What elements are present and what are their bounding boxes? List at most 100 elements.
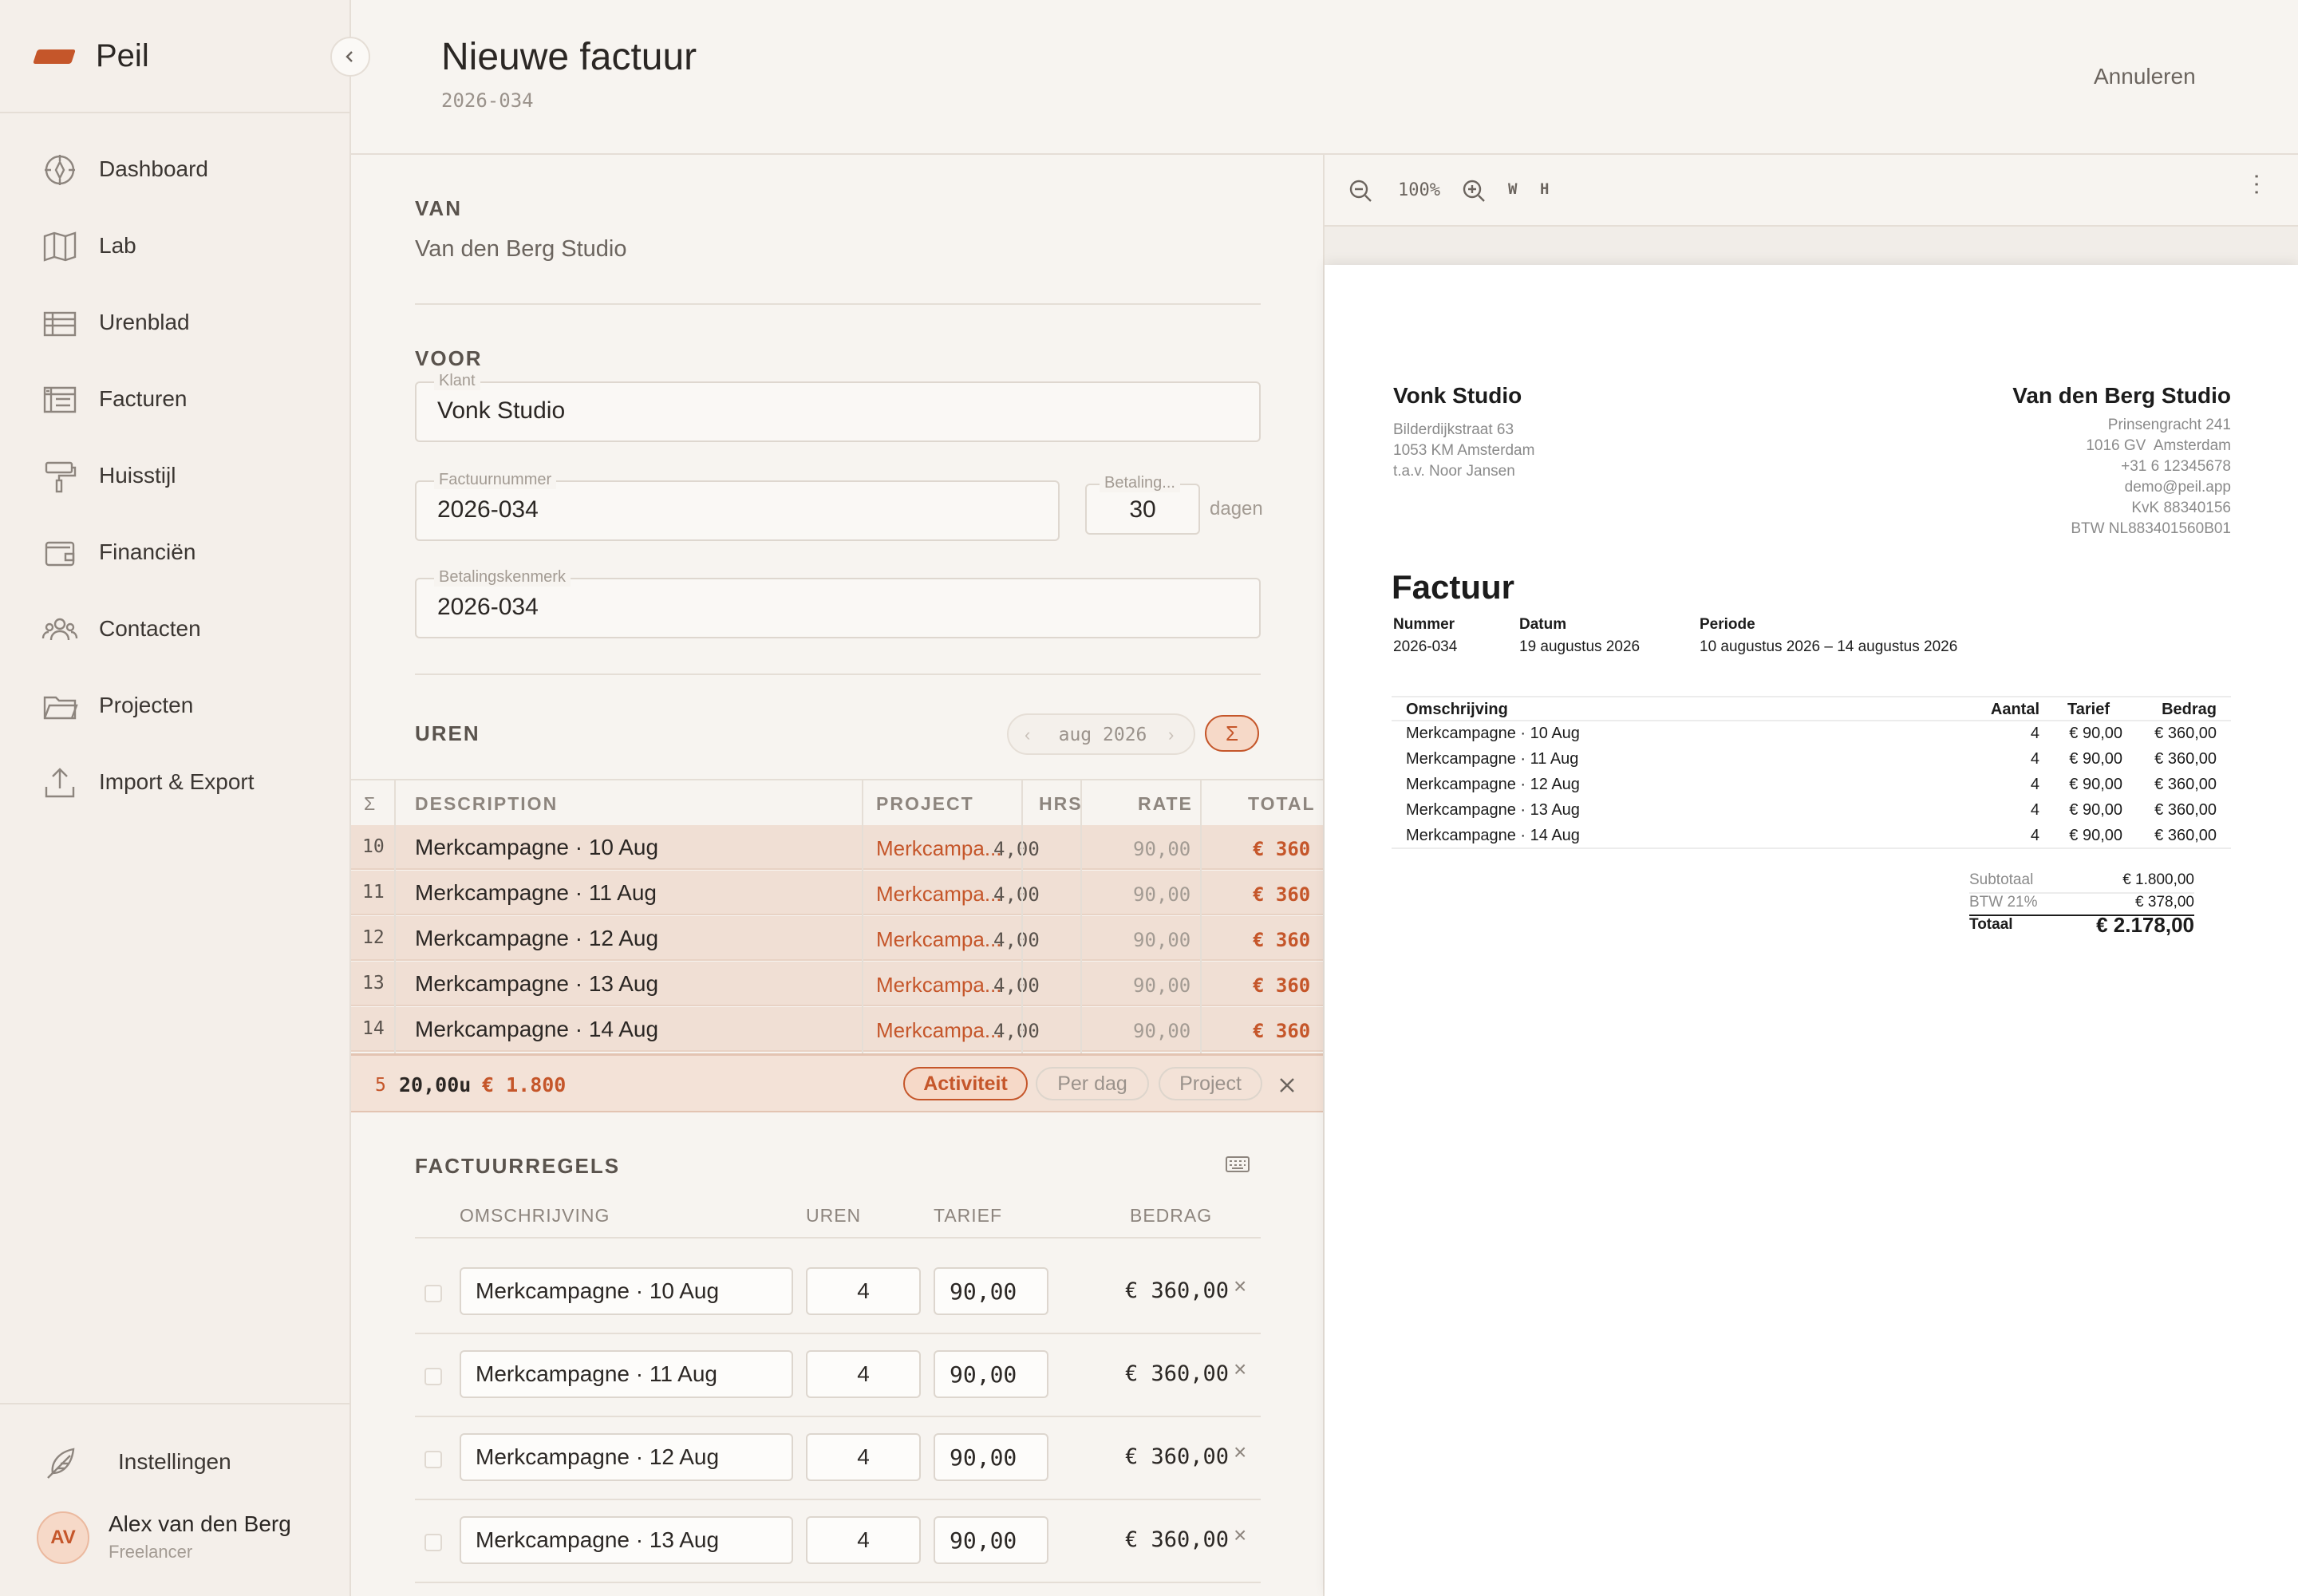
sidebar-item-lab[interactable]: Lab: [0, 214, 351, 278]
van-label: VAN: [415, 196, 462, 220]
line-checkbox[interactable]: [424, 1368, 442, 1385]
sidebar-item-instellingen[interactable]: Instellingen: [0, 1430, 351, 1494]
sender-line: BTW NL883401560B01: [2071, 520, 2231, 537]
line-omschrijving-input[interactable]: Merkcampagne · 11 Aug: [460, 1350, 793, 1398]
table-row[interactable]: 11 Merkcampagne · 11 Aug Merkcampa... 4,…: [351, 871, 1323, 915]
line-checkbox[interactable]: [424, 1534, 442, 1551]
chevron-right-icon[interactable]: ›: [1168, 725, 1174, 745]
sidebar-item-dashboard[interactable]: Dashboard: [0, 137, 351, 201]
invoice-line-row: Merkcampagne · 10 Aug 4 90,00 € 360,00 ×: [415, 1251, 1261, 1334]
row-day: 10: [362, 836, 385, 857]
remove-line-icon[interactable]: ×: [1234, 1357, 1246, 1382]
fit-width-button[interactable]: W: [1508, 180, 1517, 198]
factuurnummer-field-value: 2026-034: [437, 496, 539, 523]
column-description[interactable]: DESCRIPTION: [415, 793, 558, 815]
preview-line: Merkcampagne · 10 Aug 4 € 90,00 € 360,00: [1392, 721, 2231, 747]
line-tarief-input[interactable]: 90,00: [934, 1433, 1048, 1481]
remove-line-icon[interactable]: ×: [1234, 1274, 1246, 1299]
factuurregels-label: FACTUURREGELS: [415, 1154, 621, 1178]
line-checkbox[interactable]: [424, 1285, 442, 1302]
column-total[interactable]: TOTAL: [1248, 793, 1316, 815]
betalingskenmerk-field[interactable]: Betalingskenmerk 2026-034: [415, 568, 1261, 638]
group-activiteit-pill[interactable]: Activiteit: [903, 1067, 1028, 1100]
sidebar-item-financien[interactable]: Financiën: [0, 520, 351, 584]
group-project-pill[interactable]: Project: [1159, 1067, 1262, 1100]
line-tarief: € 90,00: [2069, 750, 2122, 768]
column-rate[interactable]: RATE: [1138, 793, 1193, 815]
sidebar-item-label: Urenblad: [99, 310, 190, 334]
line-bedrag: € 360,00: [2154, 725, 2217, 742]
invoice-line-row: Merkcampagne · 12 Aug 4 90,00 € 360,00 ×: [415, 1417, 1261, 1500]
peil-logo-icon: [33, 49, 76, 64]
more-options-icon[interactable]: ···: [2245, 172, 2271, 196]
row-hrs: 4,00: [993, 974, 1040, 997]
sum-toggle-button[interactable]: Σ: [1205, 715, 1259, 752]
row-rate: 90,00: [1133, 1020, 1191, 1042]
close-icon[interactable]: [1278, 1077, 1296, 1094]
zoom-out-icon[interactable]: [1348, 179, 1372, 203]
sidebar-item-label: Dashboard: [99, 156, 208, 181]
table-row[interactable]: 13 Merkcampagne · 13 Aug Merkcampa... 4,…: [351, 962, 1323, 1006]
line-omschrijving: Merkcampagne · 14 Aug: [1406, 827, 1580, 844]
line-omschrijving-input[interactable]: Merkcampagne · 12 Aug: [460, 1433, 793, 1481]
table-row[interactable]: 14 Merkcampagne · 14 Aug Merkcampa... 4,…: [351, 1007, 1323, 1052]
fit-height-button[interactable]: H: [1540, 180, 1549, 198]
user-role: Freelancer: [109, 1542, 193, 1562]
sidebar-item-urenblad[interactable]: Urenblad: [0, 290, 351, 354]
line-uren-input[interactable]: 4: [806, 1433, 921, 1481]
factuurregels-header: OMSCHRIJVING UREN TARIEF BEDRAG: [415, 1194, 1261, 1238]
group-per-dag-pill[interactable]: Per dag: [1036, 1067, 1149, 1100]
sender-line: Prinsengracht 241: [2107, 417, 2231, 433]
line-omschrijving-input[interactable]: Merkcampagne · 10 Aug: [460, 1267, 793, 1315]
head-bedrag: Bedrag: [2162, 701, 2217, 718]
sidebar-item-huisstijl[interactable]: Huisstijl: [0, 444, 351, 508]
divider: [415, 674, 1261, 675]
column-project[interactable]: PROJECT: [876, 793, 974, 815]
betaling-field-label: Betaling...: [1100, 474, 1180, 492]
line-tarief-input[interactable]: 90,00: [934, 1267, 1048, 1315]
compass-icon: [45, 155, 75, 185]
brand: Peil: [0, 0, 349, 113]
invoice-line-row: Merkcampagne · 13 Aug 4 90,00 € 360,00 ×: [415, 1500, 1261, 1583]
sidebar-item-contacten[interactable]: Contacten: [0, 597, 351, 661]
divider: [415, 303, 1261, 305]
remove-line-icon[interactable]: ×: [1234, 1440, 1246, 1465]
summary-total: € 1.800: [482, 1073, 567, 1096]
month-picker[interactable]: ‹ aug 2026 ›: [1007, 713, 1195, 755]
line-uren-input[interactable]: 4: [806, 1267, 921, 1315]
van-value: Van den Berg Studio: [415, 236, 627, 262]
head-tarief: Tarief: [2067, 701, 2110, 718]
column-divider: [862, 779, 863, 1053]
line-tarief-input[interactable]: 90,00: [934, 1350, 1048, 1398]
line-bedrag: € 360,00: [1124, 1527, 1229, 1552]
sidebar-item-projecten[interactable]: Projecten: [0, 674, 351, 737]
client-name: Vonk Studio: [1393, 383, 1522, 408]
sidebar-item-label: Projecten: [99, 693, 194, 717]
collapse-sidebar-button[interactable]: [330, 37, 370, 77]
avatar[interactable]: AV: [37, 1511, 89, 1564]
uren-table-header: Σ DESCRIPTION PROJECT HRS RATE TOTAL: [351, 779, 1323, 824]
sidebar-item-import-export[interactable]: Import & Export: [0, 750, 351, 814]
row-rate: 90,00: [1133, 838, 1191, 860]
column-hrs[interactable]: HRS: [1039, 793, 1083, 815]
line-checkbox[interactable]: [424, 1451, 442, 1468]
remove-line-icon[interactable]: ×: [1234, 1523, 1246, 1548]
row-description: Merkcampagne · 13 Aug: [415, 971, 659, 996]
table-row[interactable]: 12 Merkcampagne · 12 Aug Merkcampa... 4,…: [351, 916, 1323, 961]
line-uren-input[interactable]: 4: [806, 1516, 921, 1564]
row-description: Merkcampagne · 10 Aug: [415, 835, 659, 859]
line-uren-input[interactable]: 4: [806, 1350, 921, 1398]
keyboard-icon[interactable]: [1226, 1156, 1250, 1173]
sidebar-item-facturen[interactable]: Facturen: [0, 367, 351, 431]
users-icon: [41, 618, 78, 641]
zoom-in-icon[interactable]: [1462, 179, 1486, 203]
line-tarief-input[interactable]: 90,00: [934, 1516, 1048, 1564]
line-omschrijving-input[interactable]: Merkcampagne · 13 Aug: [460, 1516, 793, 1564]
cancel-button[interactable]: Annuleren: [2094, 64, 2196, 89]
invoice-line-row: Merkcampagne · 11 Aug 4 90,00 € 360,00 ×: [415, 1334, 1261, 1417]
table-row[interactable]: 10 Merkcampagne · 10 Aug Merkcampa... 4,…: [351, 825, 1323, 870]
row-day: 13: [362, 973, 385, 994]
factuurnummer-field[interactable]: Factuurnummer 2026-034: [415, 471, 1060, 541]
betaling-field[interactable]: Betaling... 30: [1085, 474, 1200, 535]
klant-field[interactable]: Klant Vonk Studio: [415, 372, 1261, 442]
